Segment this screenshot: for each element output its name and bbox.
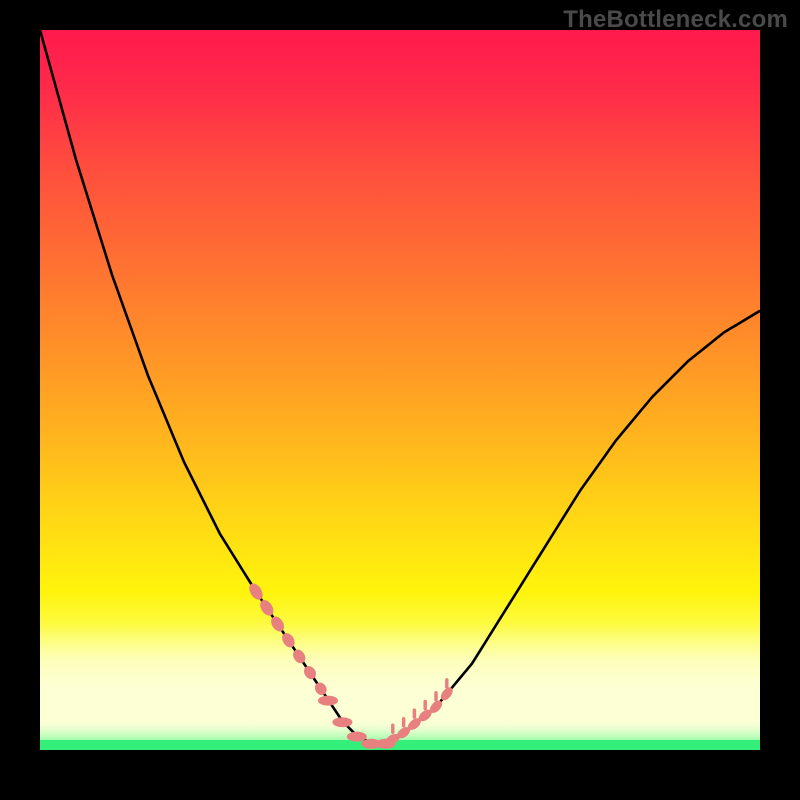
curve-svg: [40, 30, 760, 750]
chart-root: TheBottleneck.com: [0, 0, 800, 800]
plot-area: [40, 30, 760, 750]
marker-strip-bottom: [318, 696, 396, 749]
bottleneck-curve: [40, 30, 760, 743]
watermark-text: TheBottleneck.com: [563, 6, 788, 34]
marker-cluster-left: [246, 581, 329, 697]
marker-cluster-right: [384, 680, 455, 747]
